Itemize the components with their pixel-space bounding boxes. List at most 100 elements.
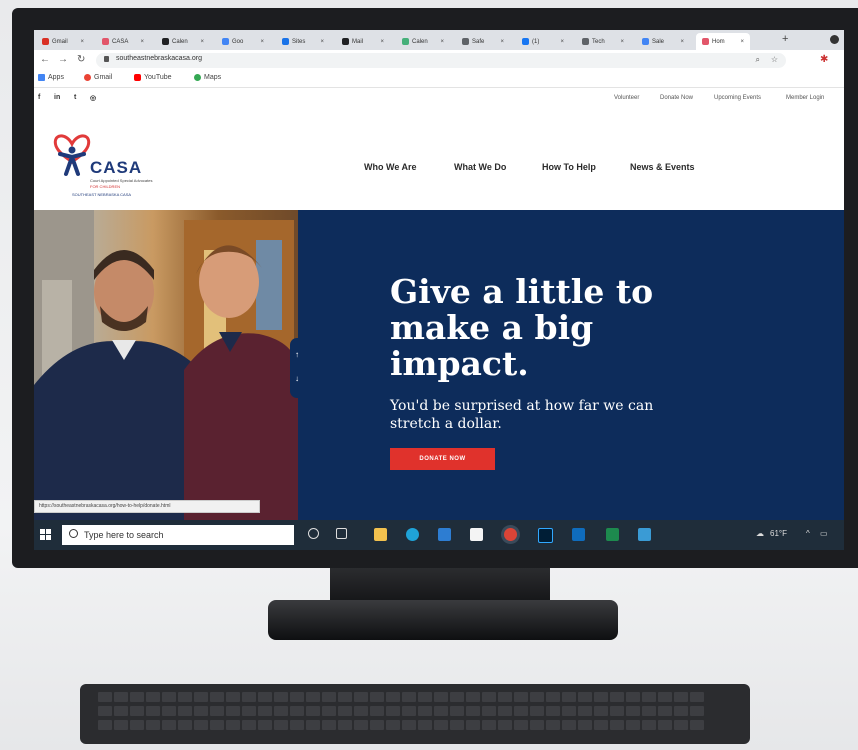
close-icon[interactable]: × [80,39,84,45]
close-icon[interactable]: × [260,39,264,45]
casa-logo[interactable]: CASA Court Appointed Special Advocates F… [52,130,182,197]
bookmark-apps[interactable]: Apps [38,74,64,81]
cortana-icon[interactable] [308,528,319,539]
keyboard-key [130,720,144,730]
keyboard-key [626,692,640,702]
excel-icon[interactable] [606,528,619,541]
twitter-icon[interactable]: t [74,94,76,101]
slider-prev-icon[interactable]: ↑ [295,350,299,359]
browser-tab[interactable]: Calen × [156,33,210,50]
mail-icon[interactable] [438,528,451,541]
slider-next-icon[interactable]: ↓ [295,374,299,383]
close-icon[interactable]: × [380,39,384,45]
photoshop-icon[interactable] [538,528,553,543]
browser-tab-active[interactable]: Hom × [696,33,750,50]
weather-temperature[interactable]: 61°F [770,529,787,538]
close-icon[interactable]: × [680,39,684,45]
keyboard-key [242,720,256,730]
nav-news-events[interactable]: News & Events [630,162,695,172]
keyboard-key [130,692,144,702]
close-icon[interactable]: × [140,39,144,45]
keyboard-key [322,720,336,730]
taskbar-search-box[interactable]: Type here to search [62,525,294,545]
keyboard-key [114,720,128,730]
keyboard-key [546,692,560,702]
keyboard-key [690,720,704,730]
screen: Gmail × CASA × Calen × Goo × Sites × Mail × Ca… [34,30,844,550]
network-icon[interactable]: ▭ [820,529,828,538]
browser-tab[interactable]: Goo × [216,33,270,50]
keyboard-key [386,720,400,730]
keyboard-key [642,692,656,702]
browser-tab[interactable]: Tech × [576,33,630,50]
close-icon[interactable]: × [320,39,324,45]
browser-tab[interactable]: (1) × [516,33,570,50]
keyboard-key [402,706,416,716]
tab-favicon-icon [162,38,169,45]
browser-tab[interactable]: Safe × [456,33,510,50]
task-view-icon[interactable] [336,528,347,539]
volunteer-link[interactable]: Volunteer [614,95,639,101]
close-icon[interactable]: × [740,39,744,45]
browser-tab[interactable]: Sale × [636,33,690,50]
chrome-icon[interactable] [504,528,517,541]
tab-favicon-icon [102,38,109,45]
close-icon[interactable]: × [560,39,564,45]
donate-now-link[interactable]: Donate Now [660,95,693,101]
close-icon[interactable]: × [500,39,504,45]
facebook-icon[interactable]: f [38,94,40,101]
keyboard-key [594,692,608,702]
linkedin-icon[interactable]: in [54,94,60,101]
outlook-icon[interactable] [572,528,585,541]
app-icon[interactable] [638,528,651,541]
store-icon[interactable] [470,528,483,541]
tab-favicon-icon [42,38,49,45]
keyboard-key [674,706,688,716]
tab-favicon-icon [342,38,349,45]
weather-icon[interactable]: ☁ [756,529,764,538]
bookmark-star-icon[interactable]: ☆ [771,55,778,64]
windows-start-icon[interactable] [40,529,52,541]
donate-now-button[interactable]: DONATE NOW [390,448,495,470]
browser-tab[interactable]: Calen × [396,33,450,50]
tab-search-icon[interactable] [830,35,839,44]
upcoming-events-link[interactable]: Upcoming Events [714,95,761,101]
bookmark-maps[interactable]: Maps [194,74,221,81]
keyboard-key [546,706,560,716]
browser-tab[interactable]: Sites × [276,33,330,50]
back-arrow-icon[interactable]: ← [40,54,50,65]
taskbar-search-placeholder: Type here to search [84,530,164,540]
slider-nav[interactable]: ↑ ↓ [290,338,304,398]
zoom-icon[interactable]: ⌕ [756,55,760,65]
bookmark-gmail[interactable]: Gmail [84,74,112,81]
keyboard-key [610,720,624,730]
extension-icon[interactable]: ✱ [820,54,828,65]
keyboard-key [354,692,368,702]
tray-chevron-up-icon[interactable]: ^ [806,529,810,538]
hero-headline: Give a little to make a big impact. [390,272,654,383]
file-explorer-icon[interactable] [374,528,387,541]
instagram-icon[interactable]: ◎ [90,94,96,102]
reload-icon[interactable]: ↻ [77,54,85,65]
browser-tab[interactable]: Mail × [336,33,390,50]
nav-who-we-are[interactable]: Who We Are [364,162,417,172]
edge-icon[interactable] [406,528,419,541]
keyboard-row [98,706,704,716]
new-tab-plus-icon[interactable]: + [782,33,788,45]
browser-tab[interactable]: Gmail × [36,33,90,50]
browser-tab[interactable]: CASA × [96,33,150,50]
close-icon[interactable]: × [440,39,444,45]
member-login-link[interactable]: Member Login [786,95,824,101]
bookmark-youtube[interactable]: YouTube [134,74,172,81]
keyboard-key [434,706,448,716]
nav-what-we-do[interactable]: What We Do [454,162,506,172]
close-icon[interactable]: × [200,39,204,45]
nav-how-to-help[interactable]: How To Help [542,162,596,172]
forward-arrow-icon[interactable]: → [58,54,68,65]
keyboard-key [98,692,112,702]
url-text[interactable]: southeastnebraskacasa.org [116,55,202,62]
keyboard-key [466,706,480,716]
close-icon[interactable]: × [620,39,624,45]
keyboard-key [658,706,672,716]
address-bar[interactable]: southeastnebraskacasa.org ⌕ ☆ [96,53,786,68]
